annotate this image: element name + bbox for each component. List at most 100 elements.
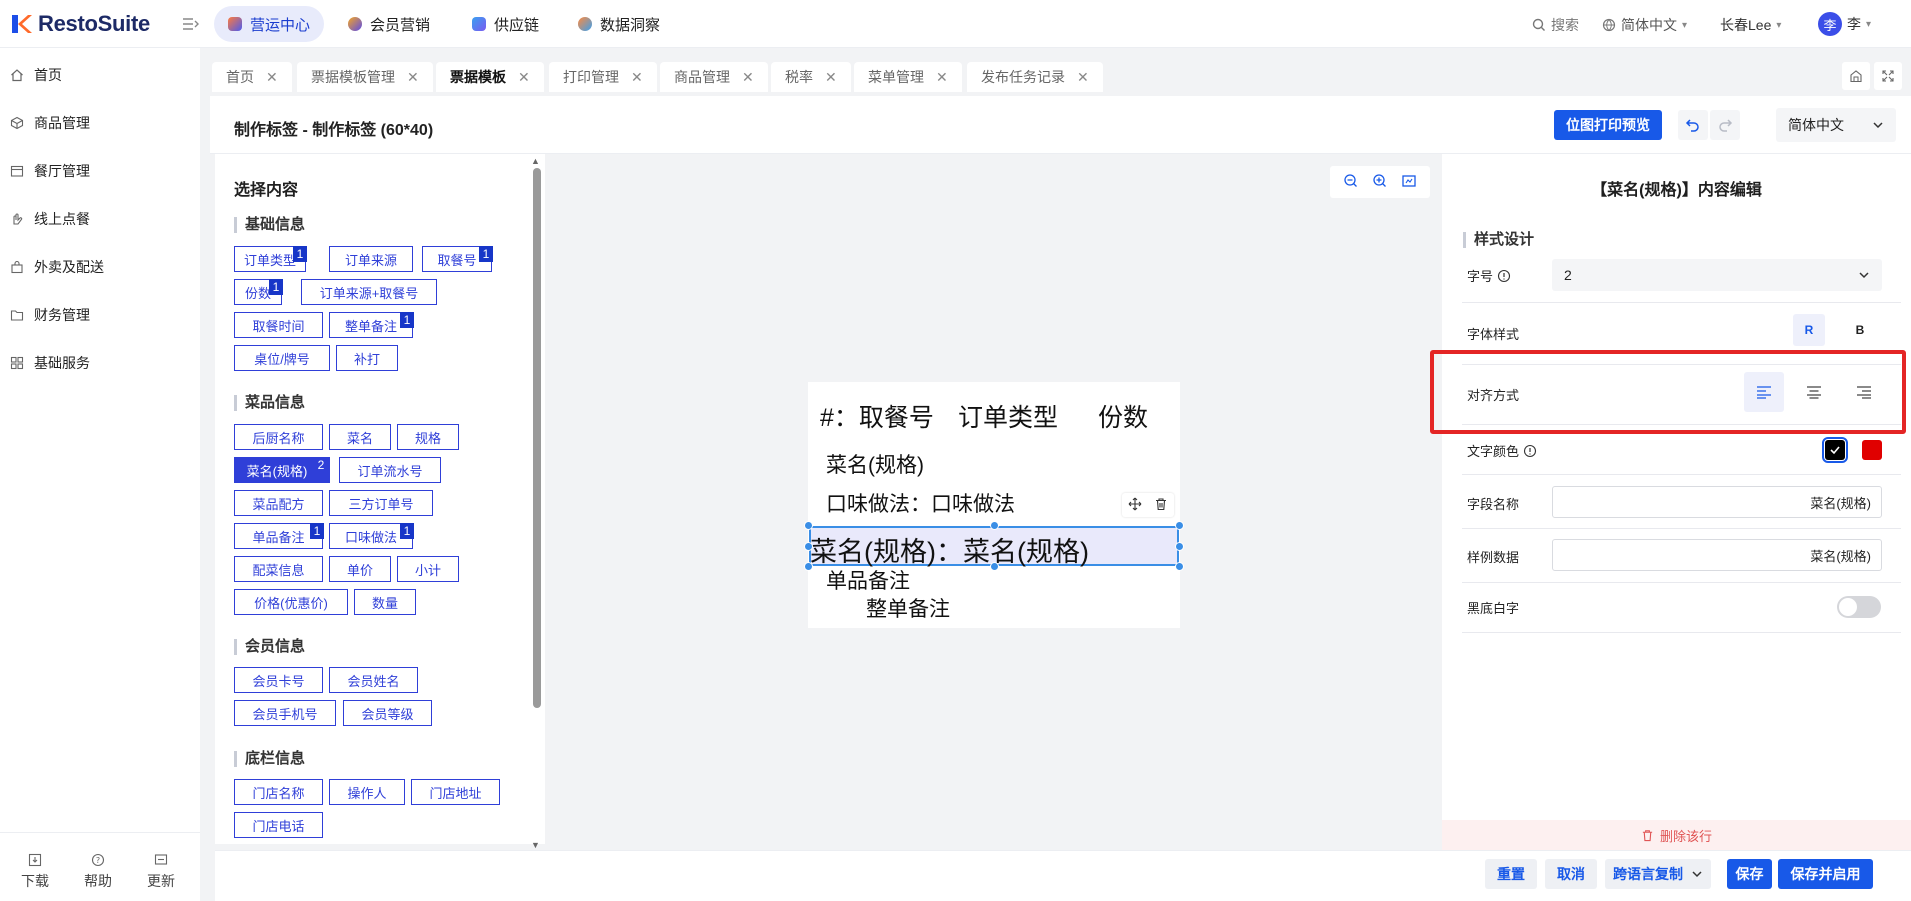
chip-item-remark[interactable]: 单品备注 1 — [234, 523, 324, 549]
save-button[interactable]: 保存 — [1727, 859, 1772, 889]
sidebar-item-products[interactable]: 商品管理 — [10, 111, 90, 135]
trash-icon[interactable] — [1154, 497, 1168, 514]
chip-discount-price[interactable]: 价格(优惠价) — [234, 589, 348, 615]
chip-reprint[interactable]: 补打 — [336, 345, 398, 371]
chip-side-dish[interactable]: 配菜信息 — [234, 556, 323, 582]
label-line-pickup[interactable]: #：取餐号 — [820, 398, 934, 434]
inverse-toggle[interactable] — [1837, 596, 1881, 618]
sidebar-item-basic[interactable]: 基础服务 — [10, 351, 90, 375]
label-line-order-remark[interactable]: 整单备注 — [866, 593, 950, 623]
chip-store-name[interactable]: 门店名称 — [234, 779, 323, 805]
tab-template[interactable]: 票据模板 ✕ — [436, 62, 544, 92]
sidebar-item-delivery[interactable]: 外卖及配送 — [10, 255, 104, 279]
sidebar-item-online-order[interactable]: 线上点餐 — [10, 207, 90, 231]
close-icon[interactable]: ✕ — [1077, 69, 1089, 86]
resize-handle[interactable] — [990, 521, 999, 530]
update-button[interactable]: 更新 — [136, 853, 186, 891]
zoom-in-icon[interactable] — [1372, 173, 1388, 192]
resize-handle[interactable] — [1175, 542, 1184, 551]
chip-recipe[interactable]: 菜品配方 — [234, 490, 323, 516]
chip-order-source[interactable]: 订单来源 — [329, 246, 413, 272]
tab-home[interactable]: 首页 ✕ — [212, 62, 292, 92]
resize-handle[interactable] — [1175, 562, 1184, 571]
chip-pickup-number[interactable]: 取餐号 1 — [422, 246, 493, 272]
field-name-input[interactable]: 菜名(规格) — [1552, 486, 1882, 518]
chip-spec[interactable]: 规格 — [397, 424, 459, 450]
language-switch[interactable]: 简体中文 ▾ — [1602, 15, 1687, 35]
tab-print-manage[interactable]: 打印管理 ✕ — [549, 62, 657, 92]
save-enable-button[interactable]: 保存并启用 — [1778, 859, 1873, 889]
pin-tab-button[interactable] — [1842, 62, 1870, 90]
chip-member-phone[interactable]: 会员手机号 — [234, 700, 336, 726]
font-size-select[interactable]: 2 — [1552, 259, 1882, 291]
chip-pickup-time[interactable]: 取餐时间 — [234, 312, 323, 338]
close-icon[interactable]: ✕ — [407, 69, 419, 86]
scroll-down-arrow[interactable]: ▼ — [531, 840, 540, 850]
nav-tab-supply[interactable]: 供应链 — [458, 6, 553, 42]
label-line-dish-spec-pair[interactable]: 菜名(规格)：菜名(规格) — [810, 530, 1089, 569]
label-line-flavor[interactable]: 口味做法：口味做法 — [826, 488, 1015, 518]
chip-source-pickup[interactable]: 订单来源+取餐号 — [301, 279, 437, 305]
move-icon[interactable] — [1128, 497, 1142, 514]
chip-member-card[interactable]: 会员卡号 — [234, 667, 323, 693]
tab-tax[interactable]: 税率 ✕ — [771, 62, 851, 92]
sample-data-input[interactable]: 菜名(规格) — [1552, 539, 1882, 571]
chip-quantity[interactable]: 数量 — [354, 589, 416, 615]
chip-servings[interactable]: 份数 1 — [234, 279, 283, 305]
delete-row-button[interactable]: 删除该行 — [1442, 820, 1911, 850]
tab-product-manage[interactable]: 商品管理 ✕ — [660, 62, 768, 92]
tab-template-manage[interactable]: 票据模板管理 ✕ — [297, 62, 433, 92]
chip-table-number[interactable]: 桌位/牌号 — [234, 345, 330, 371]
cancel-button[interactable]: 取消 — [1545, 859, 1597, 889]
tab-publish-records[interactable]: 发布任务记录 ✕ — [967, 62, 1103, 92]
bitmap-preview-button[interactable]: 位图打印预览 — [1554, 110, 1662, 140]
reset-button[interactable]: 重置 — [1485, 859, 1537, 889]
chip-operator[interactable]: 操作人 — [329, 779, 405, 805]
chip-serial-number[interactable]: 订单流水号 — [339, 457, 441, 483]
chip-store-address[interactable]: 门店地址 — [411, 779, 500, 805]
info-icon[interactable] — [1497, 269, 1511, 283]
close-icon[interactable]: ✕ — [936, 69, 948, 86]
close-icon[interactable]: ✕ — [266, 69, 278, 86]
chip-member-level[interactable]: 会员等级 — [343, 700, 432, 726]
color-swatch-black[interactable] — [1822, 437, 1848, 463]
chip-kitchen-name[interactable]: 后厨名称 — [234, 424, 323, 450]
help-button[interactable]: ? 帮助 — [73, 853, 123, 891]
font-regular-button[interactable]: R — [1793, 314, 1825, 346]
close-icon[interactable]: ✕ — [825, 69, 837, 86]
resize-handle[interactable] — [804, 562, 813, 571]
city-switch[interactable]: 长春Lee ▾ — [1720, 15, 1781, 35]
menu-collapse-icon[interactable] — [181, 15, 199, 33]
download-button[interactable]: 下载 — [10, 853, 60, 891]
close-icon[interactable]: ✕ — [518, 69, 530, 86]
chip-order-type[interactable]: 订单类型 1 — [234, 246, 307, 272]
chip-third-party-order[interactable]: 三方订单号 — [329, 490, 433, 516]
sidebar-item-restaurant[interactable]: 餐厅管理 — [10, 159, 90, 183]
resize-handle[interactable] — [804, 542, 813, 551]
info-icon[interactable] — [1523, 444, 1537, 458]
nav-tab-insight[interactable]: 数据洞察 — [564, 6, 674, 42]
color-swatch-red[interactable] — [1862, 440, 1882, 460]
chip-dish-name[interactable]: 菜名 — [329, 424, 391, 450]
global-search[interactable]: 搜索 — [1532, 15, 1579, 35]
copy-language-button[interactable]: 跨语言复制 — [1605, 859, 1711, 889]
close-icon[interactable]: ✕ — [631, 69, 643, 86]
nav-tab-ops[interactable]: 营运中心 — [214, 6, 325, 42]
chip-order-remark[interactable]: 整单备注 1 — [329, 312, 414, 338]
sidebar-item-finance[interactable]: 财务管理 — [10, 303, 90, 327]
close-icon[interactable]: ✕ — [742, 69, 754, 86]
left-panel-scrollbar[interactable] — [533, 168, 541, 708]
user-menu[interactable]: 李 李 ▾ — [1818, 12, 1871, 36]
resize-handle[interactable] — [804, 521, 813, 530]
redo-button[interactable] — [1710, 110, 1740, 140]
chip-member-name[interactable]: 会员姓名 — [329, 667, 418, 693]
nav-tab-member[interactable]: 会员营销 — [334, 6, 444, 42]
chip-subtotal[interactable]: 小计 — [397, 556, 459, 582]
label-line-servings[interactable]: 份数 — [1098, 398, 1148, 434]
resize-handle[interactable] — [1175, 521, 1184, 530]
font-bold-button[interactable]: B — [1844, 314, 1876, 346]
chip-unit-price[interactable]: 单价 — [329, 556, 391, 582]
chip-store-phone[interactable]: 门店电话 — [234, 812, 323, 838]
label-line-dish-spec[interactable]: 菜名(规格) — [826, 449, 924, 479]
sidebar-item-home[interactable]: 首页 — [10, 63, 62, 87]
